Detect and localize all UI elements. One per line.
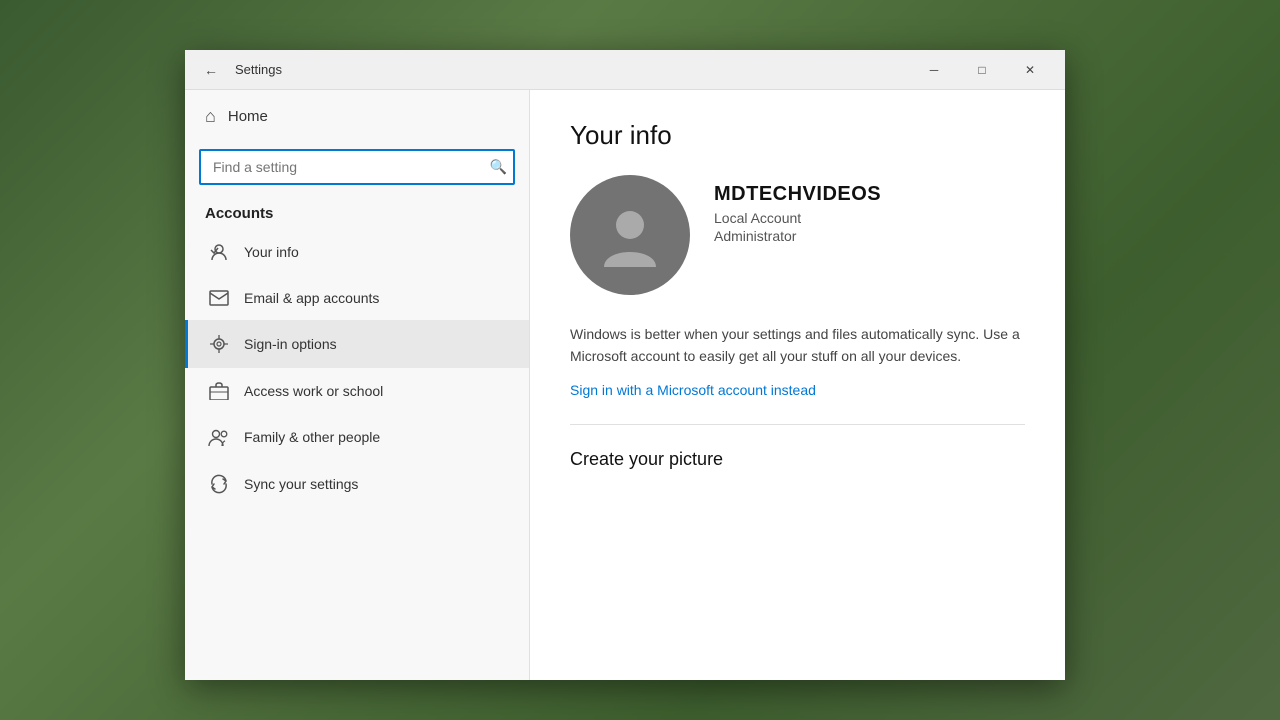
profile-section: MDTECHVIDEOS Local Account Administrator <box>570 175 1025 295</box>
section-divider <box>570 424 1025 425</box>
page-title: Your info <box>570 120 1025 151</box>
avatar <box>570 175 690 295</box>
accounts-section-header: Accounts <box>185 195 529 228</box>
sidebar-item-family-people[interactable]: Family & other people <box>185 414 529 460</box>
search-icon[interactable]: 🔍 <box>490 159 507 176</box>
sidebar-item-email-accounts[interactable]: Email & app accounts <box>185 276 529 320</box>
username: MDTECHVIDEOS <box>714 183 881 206</box>
back-button[interactable]: ← <box>197 56 225 84</box>
search-input[interactable] <box>199 149 515 185</box>
close-button[interactable]: ✕ <box>1007 54 1053 86</box>
maximize-button[interactable]: □ <box>959 54 1005 86</box>
window-controls: ─ □ ✕ <box>911 54 1053 86</box>
sign-in-icon <box>208 334 230 354</box>
avatar-icon <box>594 199 666 271</box>
sync-message: Windows is better when your settings and… <box>570 323 1025 368</box>
sync-settings-label: Sync your settings <box>244 476 358 492</box>
create-picture-title: Create your picture <box>570 449 1025 470</box>
main-content: Your info MDTECHVIDEOS Local Account Adm… <box>530 90 1065 680</box>
family-people-label: Family & other people <box>244 429 380 445</box>
home-icon: ⌂ <box>205 106 216 127</box>
window-body: ⌂ Home 🔍 Accounts Your info <box>185 90 1065 680</box>
title-bar: ← Settings ─ □ ✕ <box>185 50 1065 90</box>
window-title: Settings <box>235 62 911 77</box>
account-type: Local Account <box>714 210 881 226</box>
your-info-icon <box>208 242 230 262</box>
home-label: Home <box>228 108 268 125</box>
sync-icon <box>208 474 230 494</box>
sign-in-options-label: Sign-in options <box>244 336 337 352</box>
sidebar-item-your-info[interactable]: Your info <box>185 228 529 276</box>
email-icon <box>208 290 230 306</box>
briefcase-icon <box>208 382 230 400</box>
minimize-button[interactable]: ─ <box>911 54 957 86</box>
ms-account-link[interactable]: Sign in with a Microsoft account instead <box>570 382 816 398</box>
account-role: Administrator <box>714 228 881 244</box>
sidebar: ⌂ Home 🔍 Accounts Your info <box>185 90 530 680</box>
access-work-school-label: Access work or school <box>244 383 383 399</box>
sidebar-item-sync-settings[interactable]: Sync your settings <box>185 460 529 508</box>
profile-info: MDTECHVIDEOS Local Account Administrator <box>714 175 881 244</box>
email-accounts-label: Email & app accounts <box>244 290 379 306</box>
sidebar-item-access-work-school[interactable]: Access work or school <box>185 368 529 414</box>
sidebar-home-button[interactable]: ⌂ Home <box>185 90 529 143</box>
your-info-label: Your info <box>244 244 299 260</box>
group-icon <box>208 428 230 446</box>
search-box: 🔍 <box>199 149 515 185</box>
settings-window: ← Settings ─ □ ✕ ⌂ Home 🔍 <box>185 50 1065 680</box>
sidebar-item-sign-in-options[interactable]: Sign-in options <box>185 320 529 368</box>
